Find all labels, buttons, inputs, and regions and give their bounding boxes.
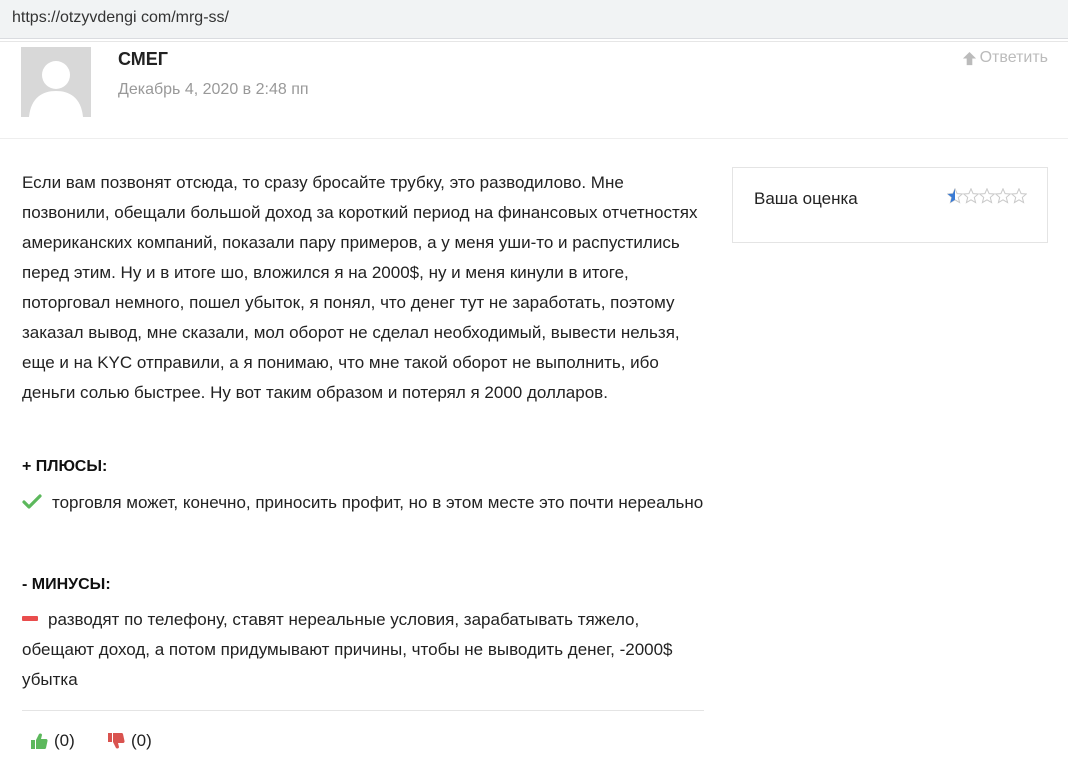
comment-date: Декабрь 4, 2020 в 2:48 пп: [118, 81, 309, 98]
star-icon[interactable]: [947, 188, 963, 204]
pros-text: торговля может, конечно, приносить профи…: [52, 493, 704, 512]
dislike-button[interactable]: (0): [107, 731, 152, 751]
dislike-count: (0): [131, 731, 152, 750]
cons-heading: - МИНУСЫ:: [22, 576, 111, 593]
comment-body: Если вам позвонят отсюда, то сразу броса…: [22, 173, 698, 402]
user-silhouette-icon: [29, 61, 83, 117]
avatar: [21, 47, 91, 117]
minus-icon: [22, 616, 38, 621]
star-rating[interactable]: [947, 188, 1027, 204]
cons-text: разводят по телефону, ставят нереальные …: [22, 610, 673, 689]
divider: [0, 41, 1068, 42]
star-icon[interactable]: [979, 188, 995, 204]
pros-heading: + ПЛЮСЫ:: [22, 458, 108, 475]
reply-button[interactable]: Ответить: [962, 49, 1048, 67]
reply-label: Ответить: [979, 49, 1048, 66]
star-icon[interactable]: [995, 188, 1011, 204]
thumbs-up-icon: [31, 733, 48, 749]
rating-widget: Ваша оценка: [732, 167, 1048, 243]
arrow-up-icon: [962, 51, 976, 65]
cons-text-block: разводят по телефону, ставят нереальные …: [22, 605, 712, 695]
star-icon[interactable]: [1011, 188, 1027, 204]
rating-label: Ваша оценка: [754, 189, 858, 208]
star-icon[interactable]: [963, 188, 979, 204]
thumbs-down-icon: [108, 733, 125, 749]
comment-author: СМЕГ: [118, 49, 168, 69]
like-button[interactable]: (0): [30, 731, 75, 751]
browser-address-bar[interactable]: https://otzyvdengi com/mrg-ss/: [0, 0, 1068, 39]
like-count: (0): [54, 731, 75, 750]
checkmark-icon: [22, 494, 42, 509]
divider: [22, 710, 704, 711]
pros-text-block: торговля может, конечно, приносить профи…: [22, 488, 712, 518]
url-text[interactable]: https://otzyvdengi com/mrg-ss/: [12, 9, 229, 27]
divider: [0, 138, 1068, 139]
